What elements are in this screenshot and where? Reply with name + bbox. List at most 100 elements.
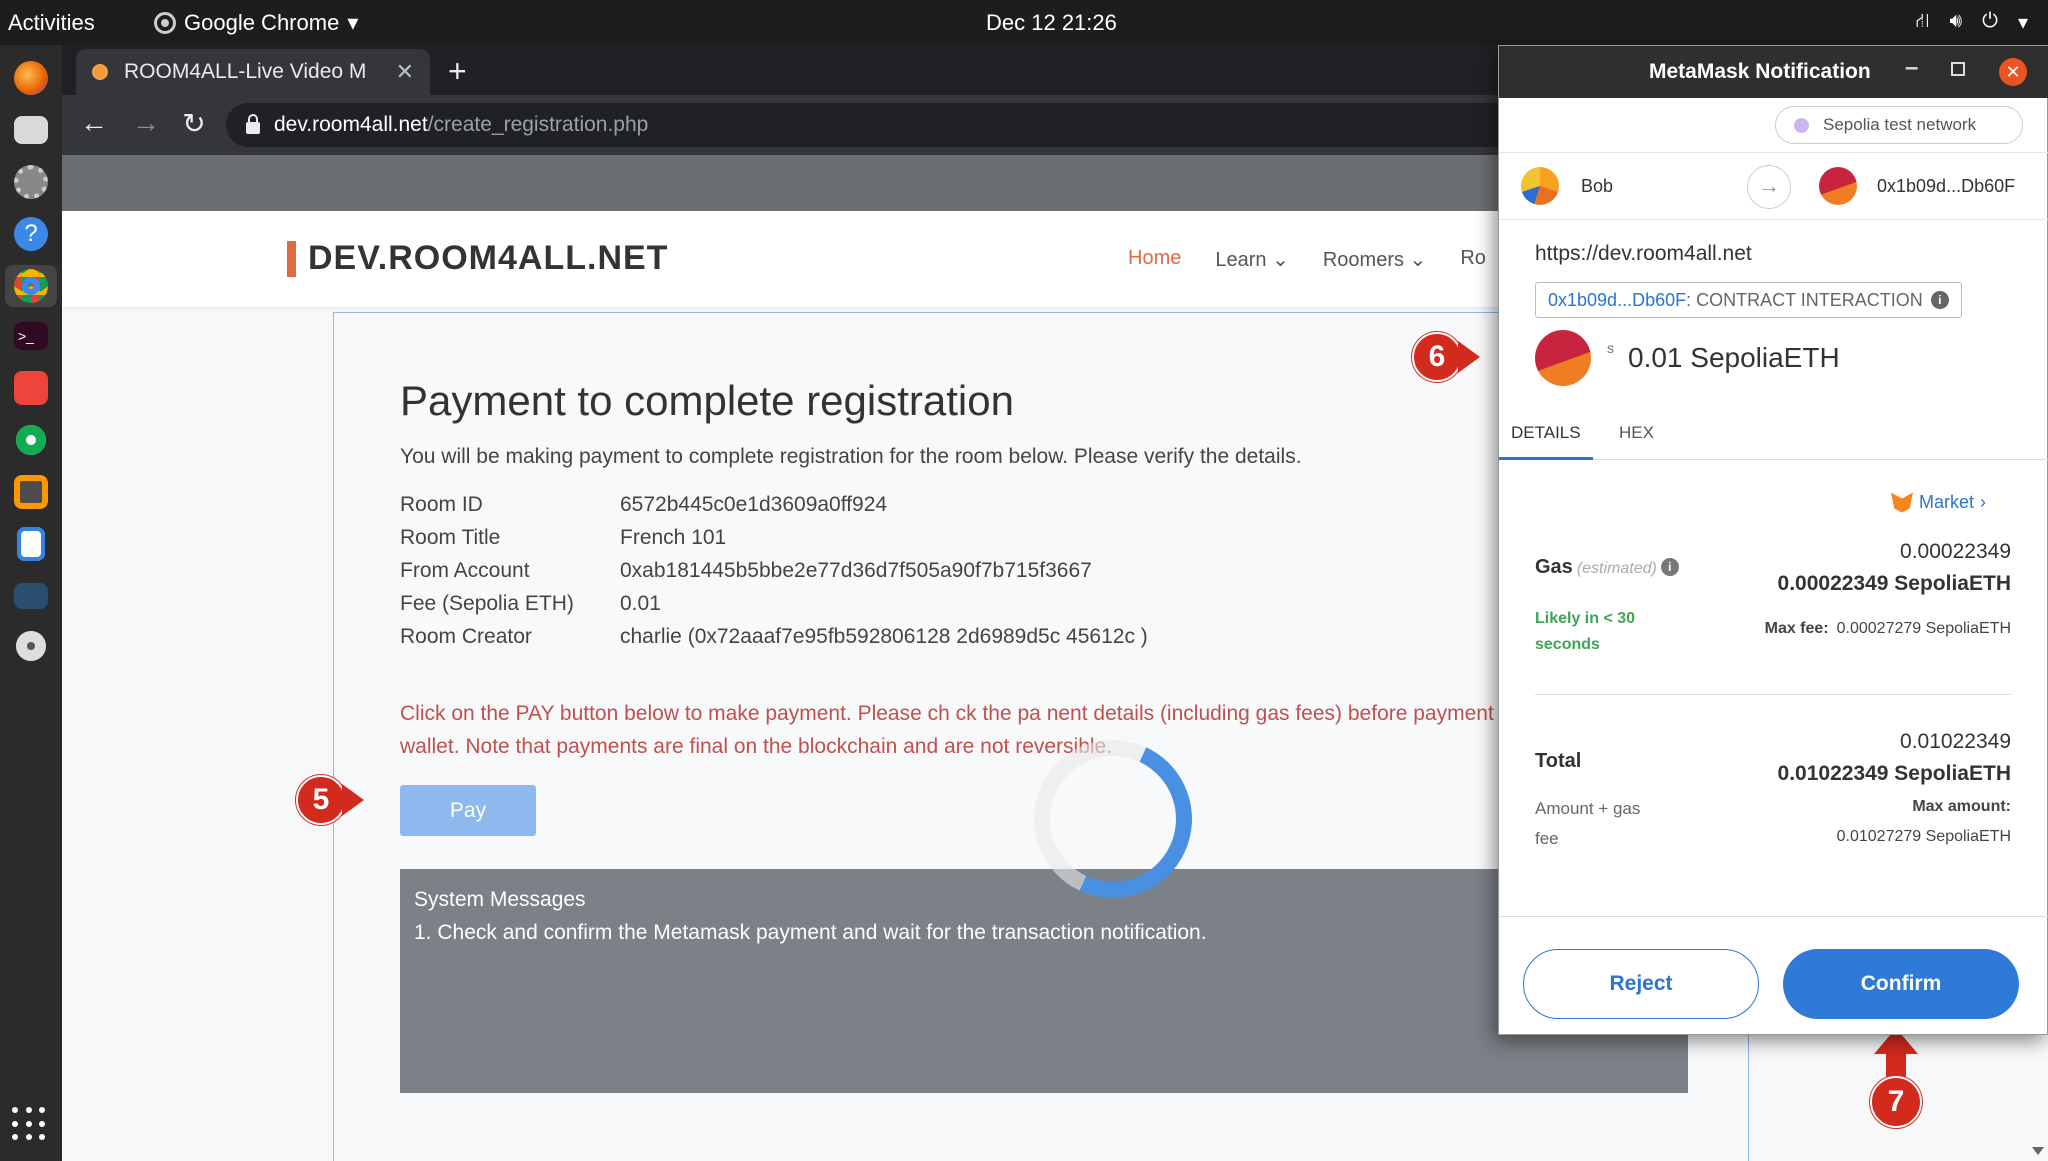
logo-text: DEV.ROOM4ALL.NET bbox=[308, 239, 669, 277]
total-value: 0.01022349 bbox=[1900, 730, 2011, 753]
tab-title: ROOM4ALL-Live Video M bbox=[124, 60, 367, 83]
clock[interactable]: Dec 12 21:26 bbox=[986, 10, 1117, 36]
detail-value: 0xab181445b5bbe2e77d36d7f505a90f7b715f36… bbox=[620, 559, 1092, 582]
tab-hex[interactable]: HEX bbox=[1619, 408, 1654, 460]
max-fee: Max fee: 0.00027279 SepoliaETH bbox=[1765, 620, 2011, 638]
room-details: Room ID 6572b445c0e1d3609a0ff924 Room Tit… bbox=[400, 493, 1148, 658]
scroll-down-icon[interactable] bbox=[2032, 1147, 2044, 1155]
total-label: Total bbox=[1535, 750, 1582, 772]
forward-arrow-icon[interactable]: → bbox=[128, 107, 164, 139]
detail-row: Room Creator charlie (0x72aaaf7e95fb59280… bbox=[400, 625, 1148, 658]
step-marker-5: 5 bbox=[296, 775, 364, 825]
network-dot-icon bbox=[1794, 117, 1809, 133]
metamask-popup: MetaMask Notification – ✕ Sepolia test n… bbox=[1498, 45, 2048, 1035]
action-footer: Reject Confirm bbox=[1499, 916, 2048, 1034]
chrome-icon[interactable] bbox=[5, 265, 57, 307]
page-title: Payment to complete registration bbox=[400, 377, 1014, 424]
info-icon[interactable]: i bbox=[1660, 558, 1679, 576]
payment-warning: Click on the PAY button below to make pa… bbox=[400, 702, 1570, 758]
show-apps-icon[interactable] bbox=[12, 1107, 48, 1143]
account-row: Bob → 0x1b09d...Db60F bbox=[1499, 152, 2048, 220]
metamask-titlebar: MetaMask Notification – ✕ bbox=[1499, 46, 2048, 98]
fox-icon bbox=[1891, 492, 1913, 513]
pay-button[interactable]: Pay bbox=[400, 785, 536, 836]
gas-label: Gas (estimated) i bbox=[1535, 556, 1679, 579]
close-tab-icon[interactable]: ✕ bbox=[396, 59, 414, 85]
back-arrow-icon[interactable]: ← bbox=[76, 107, 112, 139]
max-amount-label: Max amount: bbox=[1912, 798, 2011, 815]
detail-value: 0.01 bbox=[620, 592, 661, 615]
text-editor-icon[interactable] bbox=[10, 523, 52, 565]
chrome-app-icon bbox=[154, 12, 176, 34]
help-icon[interactable]: ? bbox=[10, 213, 52, 255]
step-marker-7: 7 bbox=[1868, 1028, 1924, 1138]
reload-icon[interactable]: ↻ bbox=[176, 107, 212, 140]
activities-button[interactable]: Activities bbox=[8, 10, 95, 36]
system-monitor-icon[interactable] bbox=[10, 575, 52, 617]
detail-label: Room ID bbox=[400, 493, 483, 516]
gas-value-eth: 0.00022349 SepoliaETH bbox=[1777, 572, 2011, 595]
detail-label: Room Creator bbox=[400, 625, 532, 648]
app-menu[interactable]: Google Chrome ▾ bbox=[154, 10, 358, 36]
menu-learn[interactable]: Learn ⌄ bbox=[1215, 247, 1288, 272]
maximize-icon[interactable] bbox=[1951, 62, 1965, 76]
firefox-icon[interactable] bbox=[10, 57, 52, 99]
step-number: 6 bbox=[1412, 332, 1462, 382]
max-fee-value: 0.00027279 SepoliaETH bbox=[1836, 620, 2011, 637]
menu-truncated[interactable]: Ro bbox=[1460, 247, 1486, 272]
gas-market-button[interactable]: Market › bbox=[1891, 492, 1986, 513]
disc-icon[interactable] bbox=[10, 625, 52, 667]
files-icon[interactable] bbox=[10, 109, 52, 151]
system-message-item: 1. Check and confirm the Metamask paymen… bbox=[414, 921, 1207, 944]
menu-home[interactable]: Home bbox=[1128, 247, 1181, 272]
mongodb-icon[interactable] bbox=[10, 419, 52, 461]
url-host: dev.room4all.net bbox=[274, 113, 428, 136]
app-menu-label: Google Chrome bbox=[184, 10, 340, 35]
detail-tabs: DETAILS HEX bbox=[1499, 408, 2048, 460]
max-amount-value: 0.01027279 SepoliaETH bbox=[1836, 828, 2011, 845]
avatar bbox=[1535, 330, 1591, 386]
reject-button[interactable]: Reject bbox=[1523, 949, 1759, 1019]
system-top-bar: Activities Google Chrome ▾ Dec 12 21:26 … bbox=[0, 0, 2048, 45]
detail-row: Fee (Sepolia ETH) 0.01 bbox=[400, 592, 1148, 625]
gas-eta: Likely in < 30 seconds bbox=[1535, 610, 1636, 653]
menu-roomers[interactable]: Roomers ⌄ bbox=[1323, 247, 1426, 272]
gas-estimated: (estimated) bbox=[1576, 560, 1657, 577]
info-icon[interactable]: i bbox=[1930, 291, 1949, 309]
close-icon[interactable]: ✕ bbox=[1999, 58, 2027, 86]
intro-text: You will be making payment to complete r… bbox=[400, 445, 1302, 468]
dock: ? >_ bbox=[0, 45, 62, 1161]
detail-row: Room Title French 101 bbox=[400, 526, 1148, 559]
terminal-icon[interactable]: >_ bbox=[10, 315, 52, 357]
volume-icon: 🔊︎ bbox=[1949, 10, 1963, 32]
system-tray[interactable]: ⛙ 🔊︎ ⏻ ▾ bbox=[1915, 10, 2028, 35]
arrow-right-icon: → bbox=[1747, 165, 1791, 209]
to-account[interactable]: 0x1b09d...Db60F bbox=[1819, 167, 2015, 205]
tab-details[interactable]: DETAILS bbox=[1499, 408, 1593, 460]
step-marker-6: 6 bbox=[1412, 332, 1480, 382]
detail-row: Room ID 6572b445c0e1d3609a0ff924 bbox=[400, 493, 1148, 526]
chevron-right-icon: › bbox=[1980, 492, 1987, 512]
network-selector[interactable]: Sepolia test network bbox=[1775, 106, 2023, 144]
browser-tab[interactable]: ROOM4ALL-Live Video M ✕ bbox=[76, 49, 430, 95]
new-tab-button[interactable]: + bbox=[448, 53, 467, 90]
power-icon: ⏻ bbox=[1982, 10, 1998, 32]
chevron-down-icon: ▾ bbox=[2017, 12, 2028, 34]
chevron-down-icon: ⌄ bbox=[1409, 249, 1427, 271]
transaction-amount: s 0.01 SepoliaETH bbox=[1535, 330, 1840, 386]
avatar bbox=[1819, 167, 1857, 205]
from-account[interactable]: Bob bbox=[1521, 167, 1613, 205]
site-logo[interactable]: DEV.ROOM4ALL.NET bbox=[287, 239, 668, 278]
sublime-icon[interactable] bbox=[10, 471, 52, 513]
menu-roomers-label: Roomers bbox=[1322, 249, 1404, 271]
detail-value: 6572b445c0e1d3609a0ff924 bbox=[620, 493, 888, 516]
site-menu: Home Learn ⌄ Roomers ⌄ Ro bbox=[1128, 247, 1486, 272]
gas-value: 0.00022349 bbox=[1900, 540, 2011, 563]
detail-label: From Account bbox=[400, 559, 530, 582]
confirm-button[interactable]: Confirm bbox=[1783, 949, 2019, 1019]
contract-address-link[interactable]: 0x1b09d...Db60F bbox=[1548, 290, 1686, 311]
amount-value: 0.01 SepoliaETH bbox=[1628, 342, 1840, 373]
anydesk-icon[interactable] bbox=[10, 367, 52, 409]
settings-icon[interactable] bbox=[10, 161, 52, 203]
minimize-icon[interactable]: – bbox=[1905, 54, 1918, 82]
